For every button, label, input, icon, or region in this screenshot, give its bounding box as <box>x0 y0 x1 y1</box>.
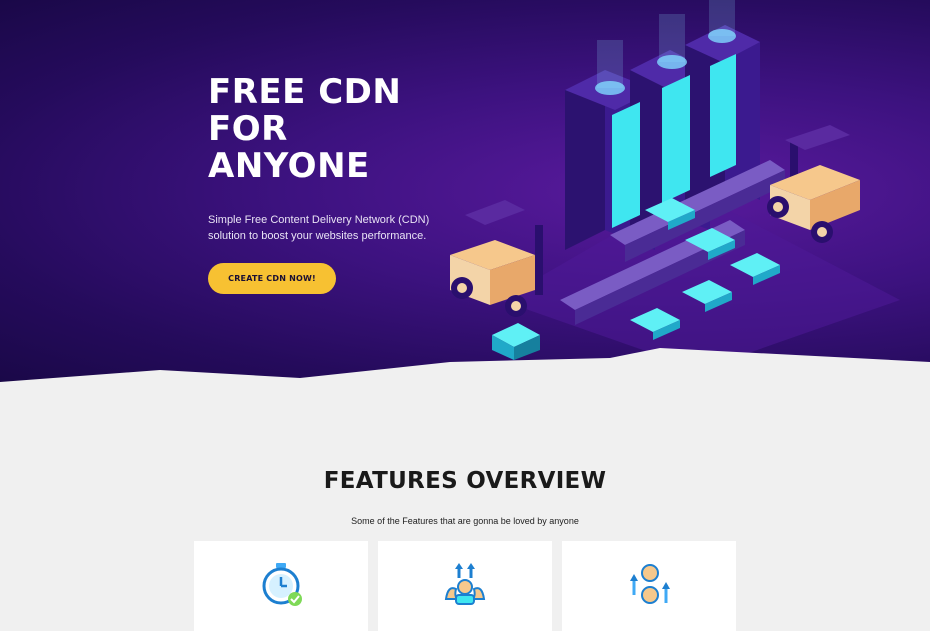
forklift-right <box>767 125 860 243</box>
hero-section: FREE CDN FOR ANYONE Simple Free Content … <box>0 0 930 382</box>
features-subtitle: Some of the Features that are gonna be l… <box>351 516 579 526</box>
feature-card-satisfaction <box>562 541 736 631</box>
hero-wave-divider <box>0 348 930 382</box>
features-title: FEATURES OVERVIEW <box>323 468 607 494</box>
hero-subtitle: Simple Free Content Delivery Network (CD… <box>208 214 430 242</box>
feature-card-speed <box>194 541 368 631</box>
emotion-arrows-icon <box>630 564 670 604</box>
muscle-growth-icon <box>444 563 486 605</box>
feature-card-strength <box>378 541 552 631</box>
cdn-server-illustration <box>450 0 900 370</box>
stopwatch-check-icon <box>262 563 302 606</box>
create-cdn-button[interactable]: CREATE CDN NOW! <box>208 263 336 294</box>
hero-title: FREE CDN FOR ANYONE <box>208 72 402 186</box>
